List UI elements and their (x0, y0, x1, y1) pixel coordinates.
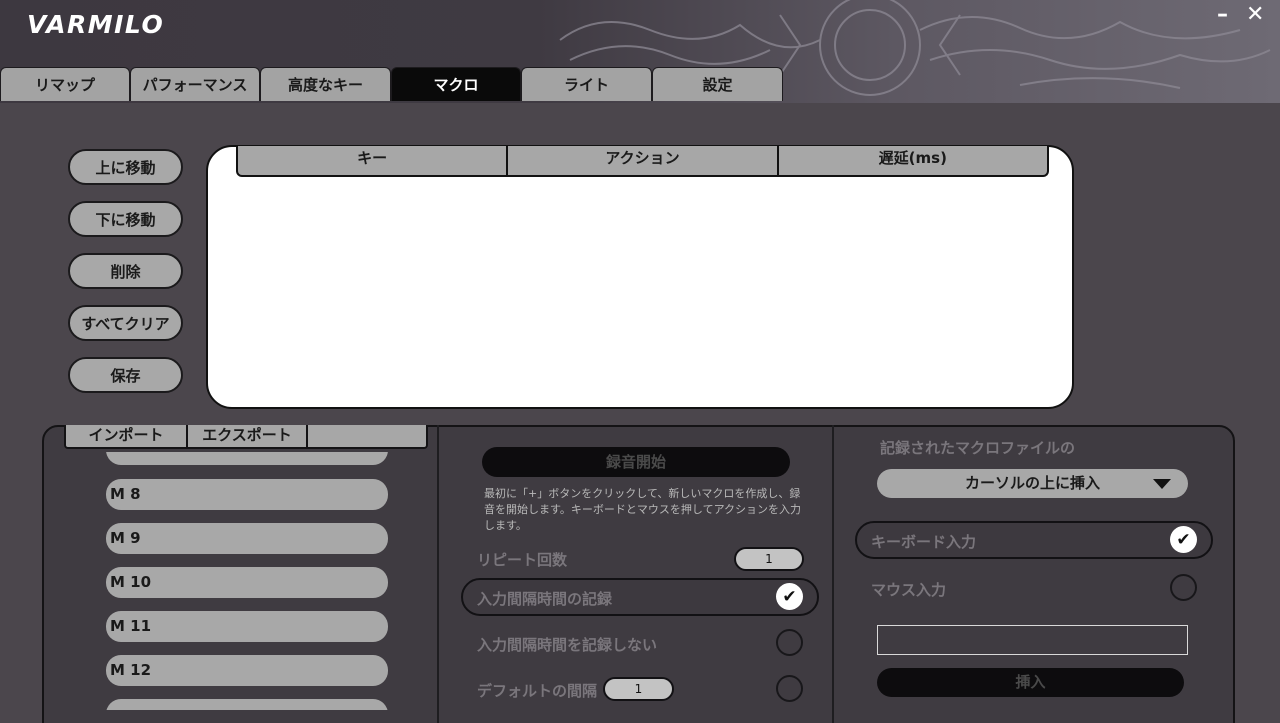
title-bar: VARMILO – ✕ リマップ パフォーマンス 高度なキー マクロ ライト 設… (0, 0, 1280, 103)
check-icon[interactable]: ✔ (776, 583, 803, 610)
keyboard-input-label: キーボード入力 (871, 533, 977, 551)
insert-panel-title: 記録されたマクロファイルの (880, 439, 1076, 457)
macro-list[interactable]: M 8 M 9 M 10 M 11 M 12 (104, 452, 390, 710)
record-interval-label: 入力間隔時間の記録 (477, 590, 613, 608)
column-key: キー (357, 149, 388, 167)
table-header: キー アクション 遅延(ms) (236, 146, 1049, 177)
repeat-count-label: リピート回数 (477, 551, 568, 569)
column-action: アクション (506, 146, 776, 175)
clear-all-button[interactable]: すべてクリア (68, 305, 183, 341)
default-interval-radio[interactable] (776, 675, 803, 702)
default-interval-input[interactable]: 1 (603, 677, 674, 701)
list-item[interactable] (106, 699, 388, 710)
insert-text-input[interactable] (877, 625, 1188, 655)
panel-divider (832, 425, 834, 723)
save-button[interactable]: 保存 (68, 357, 183, 393)
import-button[interactable]: インポート (66, 425, 186, 447)
delete-button[interactable]: 削除 (68, 253, 183, 289)
triangle-down-icon (1153, 479, 1171, 489)
minimize-button[interactable]: – (1217, 2, 1228, 27)
tab-settings[interactable]: 設定 (652, 67, 783, 101)
macro-item-m9[interactable]: M 9 (106, 523, 388, 554)
panel-divider (437, 425, 439, 723)
tab-performance[interactable]: パフォーマンス (130, 67, 260, 101)
tab-remap[interactable]: リマップ (0, 67, 130, 101)
default-interval-label: デフォルトの間隔 (477, 682, 598, 700)
move-down-button[interactable]: 下に移動 (68, 201, 183, 237)
main-tabs: リマップ パフォーマンス 高度なキー マクロ ライト 設定 (0, 67, 783, 101)
mouse-input-label: マウス入力 (871, 581, 947, 599)
recording-hint: 最初に「+」ボタンをクリックして、新しいマクロを作成し、録音を開始します。キーボ… (484, 487, 802, 532)
insert-position-dropdown[interactable]: カーソルの上に挿入 (877, 469, 1188, 498)
check-icon[interactable]: ✔ (1170, 526, 1197, 553)
macro-action-table[interactable]: キー アクション 遅延(ms) (206, 145, 1074, 409)
column-delay: 遅延(ms) (776, 146, 1047, 175)
macro-item-m8[interactable]: M 8 (106, 479, 388, 510)
move-up-button[interactable]: 上に移動 (68, 149, 183, 185)
start-recording-button[interactable]: 録音開始 (482, 447, 790, 477)
import-export-bar: インポート エクスポート (64, 425, 428, 449)
insert-button[interactable]: 挿入 (877, 668, 1184, 697)
repeat-count-input[interactable]: 1 (734, 547, 804, 571)
dropdown-value: カーソルの上に挿入 (964, 474, 1100, 492)
tab-macro[interactable]: マクロ (391, 67, 521, 101)
close-button[interactable]: ✕ (1246, 2, 1264, 27)
varmilo-logo: VARMILO (27, 10, 165, 39)
export-button[interactable]: エクスポート (185, 425, 306, 447)
blank-tab (306, 425, 426, 447)
macro-item-m11[interactable]: M 11 (106, 611, 388, 642)
tab-advanced-keys[interactable]: 高度なキー (260, 67, 391, 101)
macro-item-m10[interactable]: M 10 (106, 567, 388, 598)
no-interval-label: 入力間隔時間を記録しない (477, 636, 658, 654)
mouse-input-radio[interactable] (1170, 574, 1197, 601)
no-interval-radio[interactable] (776, 629, 803, 656)
macro-item-m12[interactable]: M 12 (106, 655, 388, 686)
list-item[interactable] (106, 452, 388, 465)
tab-light[interactable]: ライト (521, 67, 652, 101)
